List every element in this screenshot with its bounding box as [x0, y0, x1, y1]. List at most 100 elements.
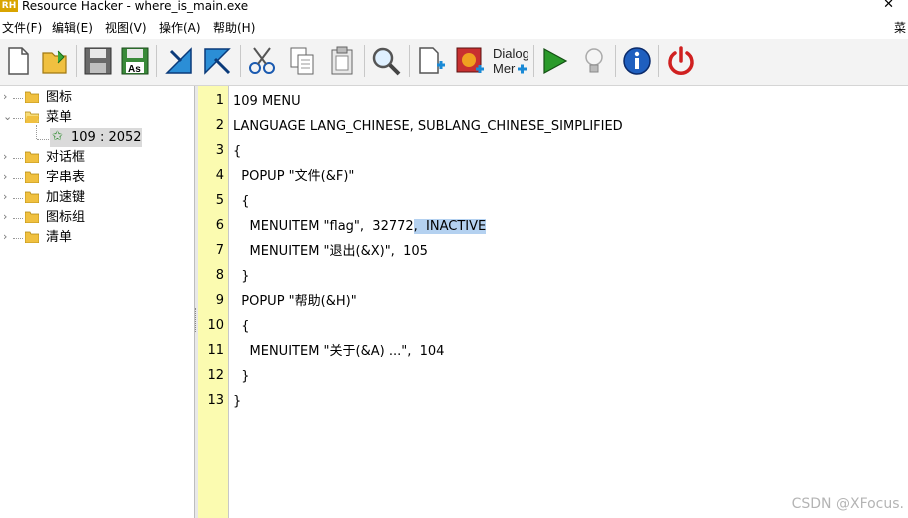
- save-as-label: As: [128, 64, 141, 75]
- close-window-button[interactable]: ✕: [883, 0, 894, 13]
- paste-icon[interactable]: [326, 45, 358, 77]
- line-number: 3: [215, 143, 224, 158]
- tree-item-manifest[interactable]: › 清单: [0, 228, 194, 248]
- code-line[interactable]: MENUITEM "关于(&A) ...", 104: [233, 343, 445, 361]
- menu-file[interactable]: 文件(F): [2, 20, 42, 36]
- hint-bulb-icon[interactable]: [578, 45, 610, 77]
- cut-icon[interactable]: [246, 45, 278, 77]
- chevron-down-icon[interactable]: ⌄: [3, 110, 12, 124]
- tree-item-label: 菜单: [46, 110, 73, 125]
- tree-item-label: 清单: [46, 230, 73, 245]
- folder-icon: [25, 231, 39, 243]
- toolbar-separator: [364, 45, 365, 77]
- code-line[interactable]: {: [233, 193, 249, 211]
- chevron-right-icon[interactable]: ›: [3, 210, 7, 224]
- folder-icon: [25, 171, 39, 183]
- chevron-right-icon[interactable]: ›: [3, 150, 7, 164]
- tree-item-label: 图标: [46, 90, 73, 105]
- tree-connector: [13, 178, 23, 179]
- exit-power-icon[interactable]: [665, 45, 697, 77]
- about-info-icon[interactable]: [621, 45, 653, 77]
- tree-connector: [13, 118, 23, 119]
- tree-item-menu[interactable]: ⌄ 菜单: [0, 108, 194, 128]
- tree-connector: [13, 158, 23, 159]
- tree-connector: [13, 198, 23, 199]
- toolbar-separator: [409, 45, 410, 77]
- code-line[interactable]: {: [233, 318, 249, 336]
- dialog-merger-line2: Mer: [493, 61, 516, 76]
- tree-connector: [13, 218, 23, 219]
- menu-overflow[interactable]: 菜: [894, 20, 906, 36]
- resource-tree: › 图标 ⌄ 菜单 › 对话框 › 字串表 › 加速键 › 图标组 › 清单: [0, 86, 195, 518]
- add-resource-icon[interactable]: [415, 45, 447, 77]
- open-folder-icon[interactable]: [40, 45, 72, 77]
- line-number: 2: [215, 118, 224, 133]
- code-line[interactable]: 109 MENU: [233, 93, 301, 111]
- text-selection[interactable]: , INACTIVE: [413, 219, 487, 234]
- tree-connector: [36, 125, 37, 139]
- tree-item-dialog[interactable]: › 对话框: [0, 148, 194, 168]
- chevron-right-icon[interactable]: ›: [3, 90, 7, 104]
- compile-icon[interactable]: [163, 45, 195, 77]
- line-number: 11: [207, 343, 224, 358]
- toolbar-separator: [658, 45, 659, 77]
- new-file-icon[interactable]: [2, 45, 34, 77]
- tree-connector: [13, 98, 23, 99]
- copy-icon[interactable]: [286, 45, 318, 77]
- tree-item-icon[interactable]: › 图标: [0, 88, 194, 108]
- code-line[interactable]: }: [233, 393, 241, 411]
- code-text: MENUITEM "flag", 32772: [233, 219, 414, 234]
- menu-view[interactable]: 视图(V): [105, 20, 147, 36]
- tree-connector: [37, 139, 49, 140]
- tree-child-label: 109 : 2052: [71, 130, 142, 145]
- line-number: 13: [207, 393, 224, 408]
- code-line[interactable]: }: [233, 268, 249, 286]
- watermark: CSDN @XFocus.: [791, 496, 904, 512]
- code-line[interactable]: POPUP "文件(&F)": [233, 168, 354, 186]
- menu-edit[interactable]: 编辑(E): [52, 20, 93, 36]
- chevron-right-icon[interactable]: ›: [3, 230, 7, 244]
- navigate-icon[interactable]: [201, 45, 233, 77]
- toolbar-separator: [156, 45, 157, 77]
- open-folder-icon: [25, 111, 39, 123]
- toolbar: As Dialog Mer: [0, 39, 908, 86]
- code-line-selected[interactable]: MENUITEM "flag", 32772, INACTIVE: [233, 218, 487, 236]
- star-icon: ✩: [52, 129, 63, 144]
- toolbar-separator: [76, 45, 77, 77]
- code-line[interactable]: POPUP "帮助(&H)": [233, 293, 356, 311]
- tree-item-label: 对话框: [46, 150, 86, 165]
- window-title: Resource Hacker - where_is_main.exe: [22, 0, 249, 13]
- dialog-merger-icon[interactable]: Dialog Mer: [492, 45, 528, 77]
- menu-help[interactable]: 帮助(H): [213, 20, 255, 36]
- script-editor[interactable]: 109 MENU LANGUAGE LANG_CHINESE, SUBLANG_…: [229, 86, 908, 518]
- tree-item-icon-group[interactable]: › 图标组: [0, 208, 194, 228]
- line-number: 12: [207, 368, 224, 383]
- folder-icon: [25, 91, 39, 103]
- code-line[interactable]: LANGUAGE LANG_CHINESE, SUBLANG_CHINESE_S…: [233, 118, 623, 136]
- folder-icon: [25, 191, 39, 203]
- menu-bar: 文件(F) 编辑(E) 视图(V) 操作(A) 帮助(H) 菜: [0, 17, 908, 38]
- dialog-merger-line1: Dialog: [493, 46, 528, 61]
- code-line[interactable]: }: [233, 368, 249, 386]
- tree-item-string-table[interactable]: › 字串表: [0, 168, 194, 188]
- chevron-right-icon[interactable]: ›: [3, 190, 7, 204]
- line-number: 9: [215, 293, 224, 308]
- line-number-gutter: 1 2 3 4 5 6 7 8 9 10 11 12 13: [198, 86, 229, 518]
- add-image-icon[interactable]: [454, 45, 486, 77]
- folder-icon: [25, 211, 39, 223]
- run-script-icon[interactable]: [538, 45, 570, 77]
- find-icon[interactable]: [370, 45, 402, 77]
- line-number: 5: [215, 193, 224, 208]
- line-number: 4: [215, 168, 224, 183]
- tree-item-accelerators[interactable]: › 加速键: [0, 188, 194, 208]
- code-line[interactable]: {: [233, 143, 241, 161]
- toolbar-separator: [240, 45, 241, 77]
- tree-item-menu-109[interactable]: ✩ 109 : 2052: [50, 128, 142, 147]
- tree-connector: [13, 238, 23, 239]
- save-as-icon[interactable]: As: [119, 45, 151, 77]
- save-icon[interactable]: [82, 45, 114, 77]
- chevron-right-icon[interactable]: ›: [3, 170, 7, 184]
- code-line[interactable]: MENUITEM "退出(&X)", 105: [233, 243, 428, 261]
- tree-item-label: 字串表: [46, 170, 86, 185]
- menu-action[interactable]: 操作(A): [159, 20, 201, 36]
